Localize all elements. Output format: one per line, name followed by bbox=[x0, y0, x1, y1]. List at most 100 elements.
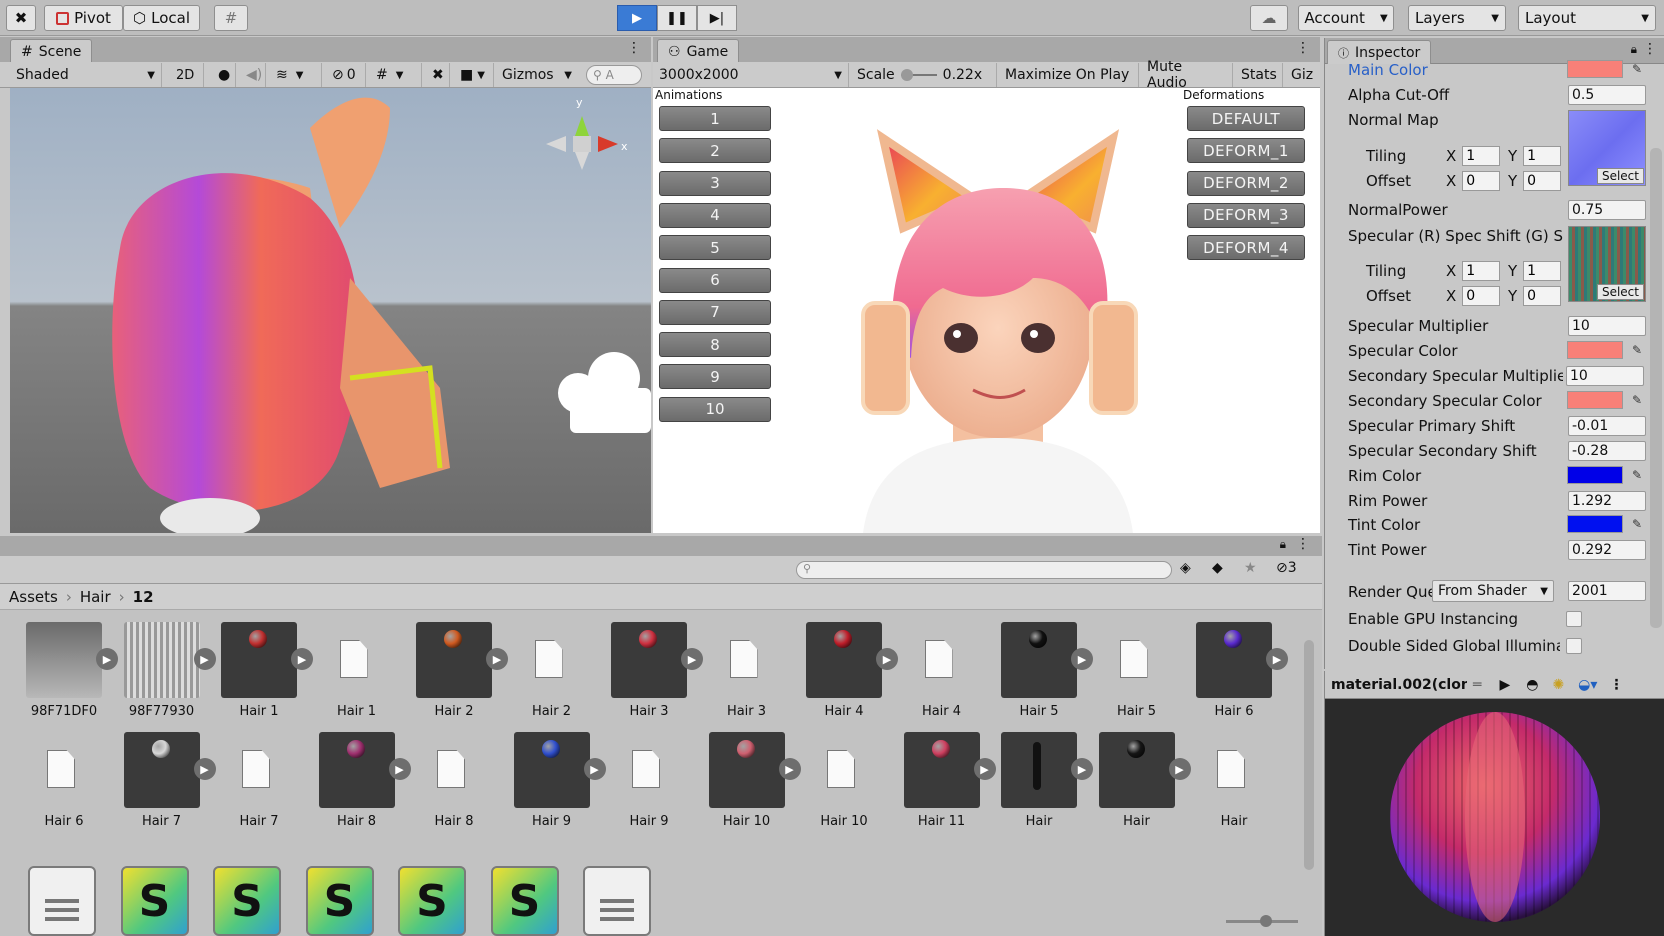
more-menu-icon[interactable]: ⋮ bbox=[627, 40, 641, 56]
project-search-input[interactable]: ⚲ bbox=[796, 561, 1172, 579]
alpha-cutoff-field[interactable]: 0.5 bbox=[1568, 85, 1646, 105]
more-menu-icon[interactable]: ⋮ bbox=[1643, 41, 1657, 57]
animation-button-2[interactable]: 2 bbox=[659, 138, 771, 164]
asset-item[interactable]: ▶ 98F71DF0 bbox=[14, 622, 118, 732]
asset-item[interactable]: Hair 10 bbox=[794, 732, 889, 842]
audio-toggle[interactable]: ◀) bbox=[240, 63, 266, 87]
deform-button-deform_2[interactable]: DEFORM_2 bbox=[1187, 170, 1305, 196]
gpu-instancing-checkbox[interactable] bbox=[1566, 611, 1582, 627]
spec-mult-field[interactable]: 10 bbox=[1568, 316, 1646, 336]
2d-toggle[interactable]: 2D bbox=[170, 63, 204, 87]
inspector-scrollbar[interactable] bbox=[1650, 148, 1662, 628]
sphere-icon[interactable]: ◓ bbox=[1526, 677, 1538, 693]
scale-slider-handle[interactable] bbox=[900, 69, 913, 81]
resolution-dropdown[interactable]: 3000x2000 ▼ bbox=[653, 63, 849, 87]
scale-slider[interactable]: Scale 0.22x bbox=[851, 63, 997, 87]
stats-toggle[interactable]: Stats bbox=[1235, 63, 1283, 87]
drag-handle-icon[interactable]: ═ bbox=[1473, 677, 1481, 693]
spec-tiling-x-field[interactable] bbox=[1462, 261, 1501, 281]
tint-color-swatch[interactable] bbox=[1567, 515, 1623, 533]
asset-item[interactable]: Hair 6 bbox=[14, 732, 109, 842]
lighting-toggle[interactable]: ● bbox=[212, 63, 236, 87]
more-menu-icon[interactable]: ⋮ bbox=[1609, 677, 1623, 693]
breadcrumb-assets[interactable]: Assets bbox=[9, 588, 58, 606]
asset-item[interactable]: ▶ Hair 9 bbox=[502, 732, 606, 842]
document-icon[interactable] bbox=[28, 866, 96, 936]
game-gizmos-toggle[interactable]: Giz bbox=[1285, 63, 1320, 87]
filter-by-type-icon[interactable]: ◈ bbox=[1180, 560, 1191, 576]
asset-item[interactable]: ▶ Hair 6 bbox=[1184, 622, 1288, 732]
maximize-on-play-toggle[interactable]: Maximize On Play bbox=[999, 63, 1139, 87]
rim-power-field[interactable]: 1.292 bbox=[1568, 491, 1646, 511]
document-icon[interactable] bbox=[583, 866, 651, 936]
primary-shift-field[interactable]: -0.01 bbox=[1568, 416, 1646, 436]
double-sided-gi-checkbox[interactable] bbox=[1566, 638, 1582, 654]
local-toggle[interactable]: ⬡ Local bbox=[123, 5, 200, 31]
mute-audio-toggle[interactable]: Mute Audio bbox=[1141, 59, 1233, 91]
play-button[interactable]: ▶ bbox=[617, 5, 657, 31]
zoom-slider[interactable] bbox=[1226, 915, 1298, 927]
cloud-button[interactable]: ☁ bbox=[1250, 5, 1288, 31]
camera-dropdown[interactable]: ■ ▼ bbox=[454, 63, 494, 87]
favorite-star-icon[interactable]: ★ bbox=[1244, 560, 1257, 576]
asset-item[interactable]: ▶ Hair 5 bbox=[989, 622, 1093, 732]
asset-item[interactable]: Hair bbox=[1184, 732, 1279, 842]
pause-button[interactable]: ❚❚ bbox=[657, 5, 697, 31]
asset-item[interactable]: Hair 3 bbox=[697, 622, 792, 732]
eyedropper-icon[interactable]: ✎ bbox=[1628, 466, 1646, 484]
grid-snap-button[interactable]: # bbox=[214, 5, 248, 31]
animation-button-5[interactable]: 5 bbox=[659, 235, 771, 261]
more-menu-icon[interactable]: ⋮ bbox=[1296, 40, 1310, 56]
deform-button-deform_1[interactable]: DEFORM_1 bbox=[1187, 138, 1305, 164]
asset-item[interactable]: ▶ Hair 8 bbox=[307, 732, 411, 842]
asset-item[interactable]: Hair 5 bbox=[1087, 622, 1182, 732]
main-color-swatch[interactable] bbox=[1567, 60, 1623, 78]
render-queue-dropdown[interactable]: From Shader ▼ bbox=[1432, 580, 1554, 602]
asset-item[interactable]: ▶ Hair 11 bbox=[892, 732, 996, 842]
sec-spec-mult-field[interactable]: 10 bbox=[1566, 366, 1644, 386]
shader-file-icon[interactable]: S bbox=[120, 866, 189, 936]
grid-dropdown[interactable]: # ▼ bbox=[370, 63, 422, 87]
eyedropper-icon[interactable]: ✎ bbox=[1628, 60, 1646, 78]
play-icon[interactable]: ▶ bbox=[1499, 677, 1510, 693]
gizmos-dropdown[interactable]: Gizmos ▼ bbox=[496, 63, 578, 87]
filter-by-label-icon[interactable]: ◆ bbox=[1212, 560, 1223, 576]
shader-file-icon[interactable]: S bbox=[213, 866, 281, 936]
secondary-shift-field[interactable]: -0.28 bbox=[1568, 441, 1646, 461]
effects-dropdown[interactable]: ≋ ▼ bbox=[270, 63, 322, 87]
scene-viewport[interactable]: y x bbox=[10, 88, 651, 533]
spec-offset-x-field[interactable] bbox=[1462, 286, 1501, 306]
project-scrollbar[interactable] bbox=[1302, 616, 1316, 916]
asset-item[interactable]: Hair 4 bbox=[892, 622, 987, 732]
spec-offset-y-field[interactable] bbox=[1523, 286, 1562, 306]
spec-color-swatch[interactable] bbox=[1567, 341, 1623, 359]
normal-power-field[interactable]: 0.75 bbox=[1568, 200, 1646, 220]
asset-item[interactable]: ▶ Hair 2 bbox=[404, 622, 508, 732]
account-dropdown[interactable]: Account ▼ bbox=[1298, 5, 1394, 31]
normal-map-select-button[interactable]: Select bbox=[1596, 168, 1644, 184]
expand-arrow-icon[interactable]: ▶ bbox=[1266, 648, 1288, 670]
asset-item[interactable]: Hair 9 bbox=[599, 732, 694, 842]
asset-item[interactable]: ▶ Hair 4 bbox=[794, 622, 898, 732]
breadcrumb-hair[interactable]: Hair bbox=[80, 588, 111, 606]
game-viewport[interactable]: Animations Deformations 1 2 3 4 5 6 7 8 9 10 DEFA… bbox=[653, 88, 1320, 533]
tools-icon[interactable]: ✖ bbox=[6, 5, 36, 31]
normal-map-slot[interactable]: Select bbox=[1568, 110, 1646, 186]
normal-offset-y-field[interactable] bbox=[1523, 171, 1562, 191]
tools-toggle[interactable]: ✖ bbox=[426, 63, 450, 87]
shader-file-icon[interactable]: S bbox=[398, 866, 466, 936]
asset-item[interactable]: ▶ Hair bbox=[1087, 732, 1191, 842]
tab-scene[interactable]: # Scene bbox=[10, 39, 93, 63]
lock-icon[interactable]: 🔒︎ bbox=[1280, 537, 1286, 552]
animation-button-1[interactable]: 1 bbox=[659, 106, 771, 131]
sec-spec-color-swatch[interactable] bbox=[1567, 391, 1623, 409]
scene-gizmo[interactable]: y x bbox=[546, 96, 628, 170]
normal-offset-x-field[interactable] bbox=[1462, 171, 1501, 191]
scene-search-input[interactable]: ⚲ A bbox=[586, 65, 642, 85]
light-icon[interactable]: ✺ bbox=[1552, 677, 1564, 693]
lock-icon[interactable]: 🔒︎ bbox=[1631, 42, 1637, 57]
animation-button-9[interactable]: 9 bbox=[659, 364, 771, 390]
layout-dropdown[interactable]: Layout ▼ bbox=[1518, 5, 1656, 31]
project-scrollbar-thumb[interactable] bbox=[1304, 640, 1314, 870]
step-button[interactable]: ▶| bbox=[697, 5, 737, 31]
